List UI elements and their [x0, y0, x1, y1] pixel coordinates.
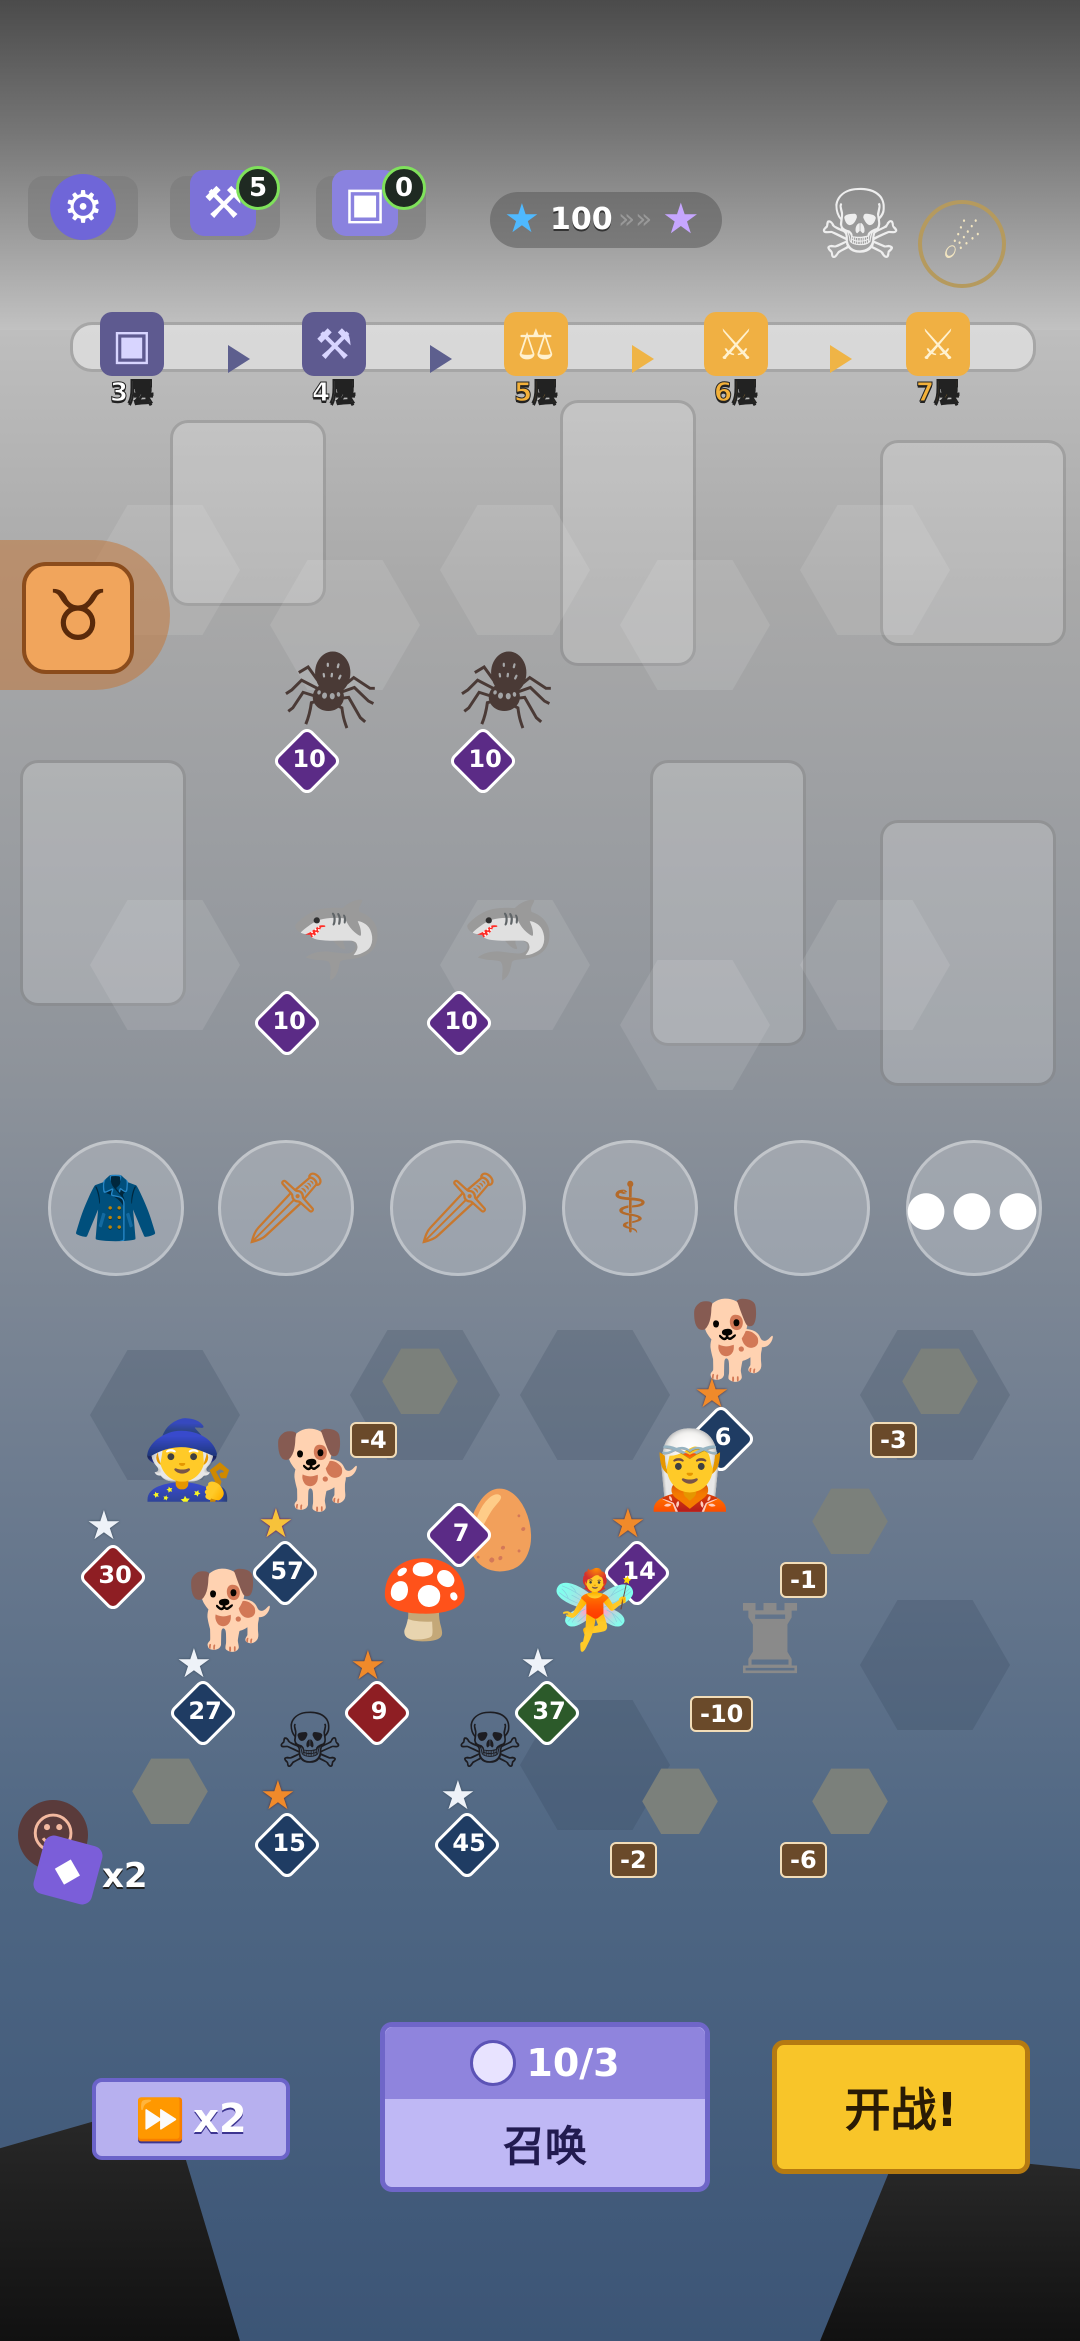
purple-star-icon: ★ [662, 194, 700, 243]
rock-obstacle[interactable]: ⬣ -4 [350, 1327, 490, 1458]
sword-icon[interactable]: 🗡 [390, 1140, 526, 1276]
level-badge: 10 [251, 987, 323, 1059]
enemy-shark[interactable]: 🦈 10 [251, 890, 412, 1059]
rock-value-badge: -3 [870, 1422, 917, 1458]
fast-forward-icon: ⏩ [135, 2096, 186, 2143]
arrow-icon [228, 345, 250, 373]
star-value: 100 [550, 202, 613, 237]
rock-value-badge: -2 [610, 1842, 657, 1878]
rock-value-badge: -6 [780, 1842, 827, 1878]
floor-node-4: ⚒ 4层 [294, 312, 374, 409]
rock-obstacle[interactable]: ⬣ -2 [610, 1747, 750, 1878]
rock-obstacle[interactable]: ⬣ -1 [780, 1467, 920, 1598]
enemy-spider[interactable]: 🕷 10 [260, 640, 400, 797]
staff-boy-icon: 🧙 [140, 1415, 236, 1504]
staff-icon[interactable]: ⚕ [562, 1140, 698, 1276]
blue-star-icon: ★ [504, 196, 540, 242]
rock-value-badge: -4 [350, 1422, 397, 1458]
arrow-icon [430, 345, 452, 373]
level-badge: 45 [431, 1809, 503, 1881]
floor-node-6: ⚔ 6层 [696, 312, 776, 409]
spider-icon: 🕷 [457, 645, 555, 734]
armor-icon[interactable]: 🧥 [48, 1140, 184, 1276]
star-gold-icon: ★ [258, 1501, 294, 1547]
level-badge: 30 [77, 1541, 149, 1613]
rock-icon: ⬣ [810, 1747, 890, 1853]
floor-node-5: ⚖ 5层 [496, 312, 576, 409]
arrow-icon [632, 345, 654, 373]
player-hex-tile[interactable] [860, 1600, 1010, 1730]
demon-mask-icon[interactable]: ♉ [22, 562, 134, 674]
progress-chevrons-icon: »» [618, 202, 653, 235]
chest-pill[interactable]: ▣ 0 [316, 166, 426, 240]
star-silver-icon: ★ [520, 1641, 556, 1687]
empty-equip-slot[interactable] [734, 1140, 870, 1276]
gear-icon[interactable]: ⚙ [50, 174, 116, 240]
floor-node-7: ⚔ 7层 [898, 312, 978, 409]
rock-icon: ⬣ [380, 1327, 460, 1433]
unit-reaper-2[interactable]: ☠ ★ 45 [410, 1690, 570, 1881]
scales-icon: ⚖ [504, 312, 568, 376]
side-boost[interactable]: ☺ ◆ x2 [18, 1800, 188, 1910]
star-silver-icon: ★ [440, 1773, 476, 1819]
rock-obstacle[interactable]: ⬣ -6 [780, 1747, 920, 1878]
crossed-swords-icon: ⚔ [704, 312, 768, 376]
statue-icon: ♜ [726, 1584, 814, 1696]
sword-icon[interactable]: 🗡 [218, 1140, 354, 1276]
arrow-icon [830, 345, 852, 373]
spider-icon: 🕷 [281, 645, 379, 734]
enemy-spider[interactable]: 🕷 10 [436, 640, 576, 797]
rock-icon: ⬣ [810, 1467, 890, 1573]
chest-count-badge: 0 [382, 166, 426, 210]
boost-multiplier: x2 [102, 1856, 148, 1896]
statue-obstacle[interactable]: ♜ -10 [690, 1584, 850, 1740]
summon-label: 召唤 [502, 2121, 587, 2171]
settings-pill[interactable]: ⚙ [28, 174, 138, 240]
witch-icon: 🧝 [642, 1425, 738, 1514]
mushroom-icon: 🍄 [377, 1555, 473, 1644]
unit-reaper[interactable]: ☠ ★ 15 [230, 1690, 390, 1881]
anvil-icon: ⚒ [302, 312, 366, 376]
rock-obstacle[interactable]: ⬣ -3 [870, 1327, 1010, 1458]
star-silver-icon: ★ [176, 1641, 212, 1687]
anvil-count-badge: 5 [236, 166, 280, 210]
star-silver-icon: ★ [86, 1503, 122, 1549]
crossed-swords-icon: ⚔ [906, 312, 970, 376]
coffin-decoration [820, 2150, 1080, 2341]
level-badge: 15 [251, 1809, 323, 1881]
speed-label: x2 [193, 2096, 247, 2142]
star-progress-pill[interactable]: ★ 100 »» ★ [490, 192, 722, 248]
summon-cost: 10/3 [526, 2041, 620, 2085]
star-orange-icon: ★ [610, 1501, 646, 1547]
boss-tab[interactable]: ♉ [0, 540, 170, 690]
coin-icon [470, 2040, 517, 2086]
enemy-shark[interactable]: 🦈 10 [423, 890, 584, 1059]
shark-jaw-icon: 🦈 [461, 895, 557, 984]
level-badge: 10 [423, 987, 495, 1059]
star-orange-icon: ★ [350, 1643, 386, 1689]
rock-value-badge: -10 [690, 1696, 754, 1732]
more-icon[interactable]: ●●● [905, 1140, 1042, 1276]
skull-decoration: ☠ [816, 169, 904, 281]
chest-icon: ▣ [100, 312, 164, 376]
shark-jaw-icon: 🦈 [289, 895, 385, 984]
floor-node-3: ▣ 3层 [92, 312, 172, 409]
summon-cost-bar: 10/3 [385, 2027, 705, 2099]
rock-icon: ⬣ [900, 1327, 980, 1433]
boss-portal-icon[interactable]: ☄ [918, 200, 1006, 288]
speed-button[interactable]: ⏩ x2 [92, 2078, 290, 2160]
star-orange-icon: ★ [260, 1773, 296, 1819]
anvil-pill[interactable]: ⚒ 5 [170, 166, 280, 240]
start-battle-button[interactable]: 开战! [772, 2040, 1030, 2174]
summon-button[interactable]: 10/3 召唤 [380, 2022, 710, 2192]
rock-icon: ⬣ [640, 1747, 720, 1853]
